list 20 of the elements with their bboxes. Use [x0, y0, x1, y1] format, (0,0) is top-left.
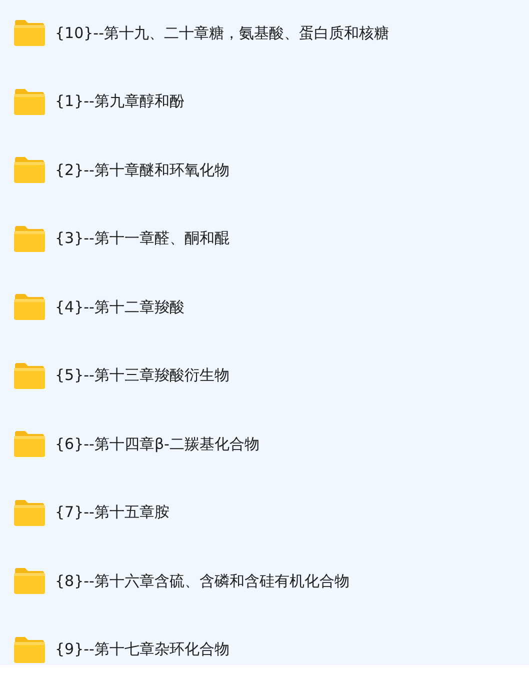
folder-name[interactable]: {8}--第十六章含硫、含磷和含硅有机化合物 [55, 572, 350, 591]
folder-name[interactable]: {2}--第十章醚和环氧化物 [55, 160, 230, 180]
folder-name[interactable]: {5}--第十三章羧酸衍生物 [55, 366, 230, 386]
folder-icon[interactable] [13, 293, 46, 322]
folder-name[interactable]: {9}--第十七章杂环化合物 [55, 640, 230, 660]
folder-icon[interactable] [13, 362, 46, 390]
folder-name[interactable]: {3}--第十一章醛、酮和醌 [55, 229, 230, 248]
folder-name[interactable]: {4}--第十二章羧酸 [55, 298, 184, 317]
folder-icon[interactable] [13, 156, 46, 184]
folder-icon[interactable] [13, 430, 46, 458]
folder-icon[interactable] [13, 498, 46, 527]
folder-name[interactable]: {1}--第九章醇和酚 [55, 92, 184, 112]
folder-icon[interactable] [13, 636, 46, 664]
folder-icon[interactable] [13, 88, 46, 116]
folder-icon[interactable] [13, 19, 46, 48]
folder-icon[interactable] [13, 567, 46, 596]
folder-name[interactable]: {10}--第十九、二十章糖，氨基酸、蛋白质和核糖 [55, 24, 389, 43]
folder-icon[interactable] [13, 224, 46, 253]
folder-name[interactable]: {6}--第十四章β-二羰基化合物 [55, 434, 260, 454]
folder-name[interactable]: {7}--第十五章胺 [55, 503, 170, 522]
